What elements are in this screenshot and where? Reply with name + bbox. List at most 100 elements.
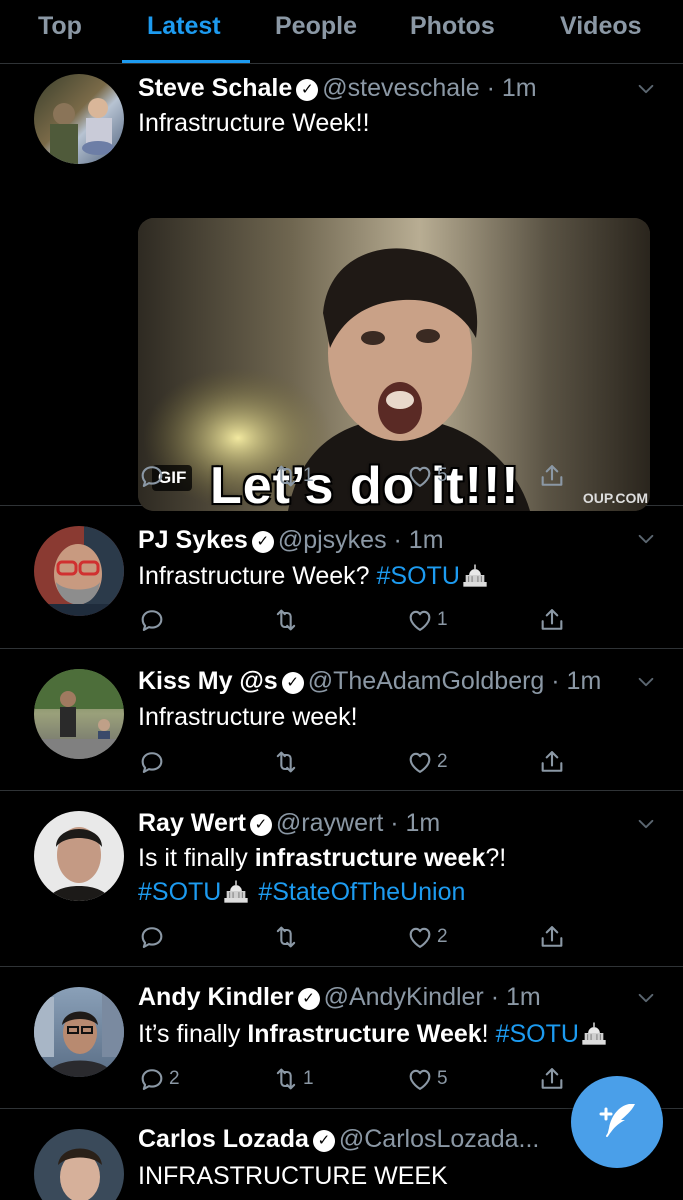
timestamp: · 1m [551, 667, 602, 695]
display-name[interactable]: Carlos Lozada [138, 1125, 309, 1153]
reply-button[interactable] [138, 602, 169, 638]
avatar[interactable] [34, 1129, 124, 1200]
timestamp: · 1m [393, 526, 444, 554]
retweet-button[interactable]: 1 [272, 458, 314, 494]
retweet-button[interactable] [272, 602, 303, 638]
share-button[interactable] [538, 1061, 566, 1097]
tab-people[interactable]: People [275, 12, 357, 41]
capitol-emoji-icon [579, 1019, 609, 1047]
reply-button[interactable] [138, 919, 169, 955]
verified-icon: ✓ [249, 814, 272, 836]
timestamp: · 1m [486, 74, 537, 102]
tweet-text: It’s finally Infrastructure Week! #SOTU [138, 1017, 643, 1051]
active-tab-indicator [122, 60, 250, 63]
verified-icon: ✓ [251, 531, 274, 553]
tweet[interactable]: Kiss My @s ✓ @TheAdamGoldberg · 1m Infrast… [0, 649, 683, 791]
hashtag-link[interactable]: #SOTU [496, 1020, 579, 1048]
like-button[interactable]: 1 [406, 602, 448, 638]
hashtag-link[interactable]: #StateOfTheUnion [258, 878, 465, 906]
retweet-icon [272, 923, 300, 951]
heart-icon [406, 462, 434, 490]
share-button[interactable] [538, 602, 566, 638]
tweet-text-highlight: infrastructure week [254, 844, 486, 872]
tab-top[interactable]: Top [38, 12, 82, 41]
avatar[interactable] [34, 811, 124, 901]
tweet-text-plain: ?! [485, 844, 507, 872]
chevron-down-icon[interactable] [635, 987, 657, 1009]
retweet-button[interactable] [272, 744, 303, 780]
heart-icon [406, 748, 434, 776]
tweet-actions: 2 [138, 919, 578, 955]
tweet-actions: 1 [138, 602, 578, 638]
tweet-header: Andy Kindler ✓ @AndyKindler · 1m [138, 983, 643, 1019]
like-button[interactable]: 2 [406, 744, 448, 780]
reply-icon [138, 606, 166, 634]
user-handle[interactable]: @raywert [276, 809, 383, 837]
reply-button[interactable]: 2 [138, 1061, 180, 1097]
display-name[interactable]: Kiss My @s [138, 667, 278, 695]
share-button[interactable] [538, 744, 566, 780]
retweet-icon [272, 462, 300, 490]
reply-button[interactable] [138, 744, 169, 780]
like-button[interactable]: 2 [406, 919, 448, 955]
chevron-down-icon[interactable] [635, 528, 657, 550]
tab-photos[interactable]: Photos [410, 12, 495, 41]
display-name[interactable]: PJ Sykes [138, 526, 248, 554]
tweet-text-plain: ! [481, 1020, 496, 1048]
share-button[interactable] [538, 919, 566, 955]
avatar[interactable] [34, 987, 124, 1077]
tweet[interactable]: PJ Sykes ✓ @pjsykes · 1m Infrastructure We… [0, 506, 683, 649]
user-handle[interactable]: @pjsykes [278, 526, 387, 554]
tweet-header: Carlos Lozada ✓ @CarlosLozada... [138, 1125, 643, 1161]
gif-watermark: OUP.COM [582, 490, 648, 506]
capitol-emoji-icon [460, 561, 490, 589]
like-button[interactable]: 5 [406, 1061, 448, 1097]
verified-icon: ✓ [296, 79, 319, 101]
display-name[interactable]: Steve Schale [138, 74, 292, 102]
user-handle[interactable]: @AndyKindler [324, 983, 484, 1011]
timestamp: · 1m [490, 983, 541, 1011]
retweet-button[interactable]: 1 [272, 1061, 314, 1097]
tweet-text-highlight: Infrastructure Week [247, 1020, 482, 1048]
like-count: 2 [437, 751, 448, 772]
tweet-text: Infrastructure week! [138, 703, 358, 731]
tweet-text-plain: It’s finally [138, 1020, 248, 1048]
compose-tweet-button[interactable] [571, 1076, 663, 1168]
share-icon [538, 1065, 566, 1093]
heart-icon [406, 923, 434, 951]
avatar[interactable] [34, 74, 124, 164]
retweet-icon [272, 748, 300, 776]
tweet-actions: 2 1 5 [138, 1061, 578, 1097]
tweet-text: Infrastructure Week? #SOTU [138, 559, 643, 593]
tweet[interactable]: Ray Wert ✓ @raywert · 1m Is it finally inf… [0, 791, 683, 967]
tweet-text-plain: Is it finally [138, 844, 255, 872]
display-name[interactable]: Ray Wert [138, 809, 246, 837]
retweet-button[interactable] [272, 919, 303, 955]
avatar[interactable] [34, 669, 124, 759]
like-button[interactable]: 5 [406, 458, 448, 494]
tab-videos[interactable]: Videos [560, 12, 642, 41]
tweet-actions: 1 5 [138, 458, 578, 494]
user-handle[interactable]: @steveschale [322, 74, 479, 102]
user-handle[interactable]: @CarlosLozada... [339, 1125, 539, 1153]
like-count: 1 [437, 609, 448, 630]
avatar[interactable] [34, 526, 124, 616]
reply-button[interactable] [138, 458, 169, 494]
tweet[interactable]: Steve Schale ✓ @steveschale · 1m Infrastru… [0, 64, 683, 511]
capitol-emoji-icon [221, 877, 251, 905]
reply-icon [138, 1065, 166, 1093]
tab-latest[interactable]: Latest [147, 12, 221, 41]
tweet-text: Infrastructure Week!! [138, 109, 370, 137]
chevron-down-icon[interactable] [635, 813, 657, 835]
verified-icon: ✓ [281, 672, 304, 694]
chevron-down-icon[interactable] [635, 78, 657, 100]
user-handle[interactable]: @TheAdamGoldberg [308, 667, 545, 695]
retweet-icon [272, 1065, 300, 1093]
hashtag-link[interactable]: #SOTU [377, 562, 460, 590]
chevron-down-icon[interactable] [635, 671, 657, 693]
display-name[interactable]: Andy Kindler [138, 983, 294, 1011]
share-button[interactable] [538, 458, 566, 494]
like-count: 2 [437, 926, 448, 947]
verified-icon: ✓ [312, 1130, 335, 1152]
hashtag-link[interactable]: #SOTU [138, 878, 221, 906]
